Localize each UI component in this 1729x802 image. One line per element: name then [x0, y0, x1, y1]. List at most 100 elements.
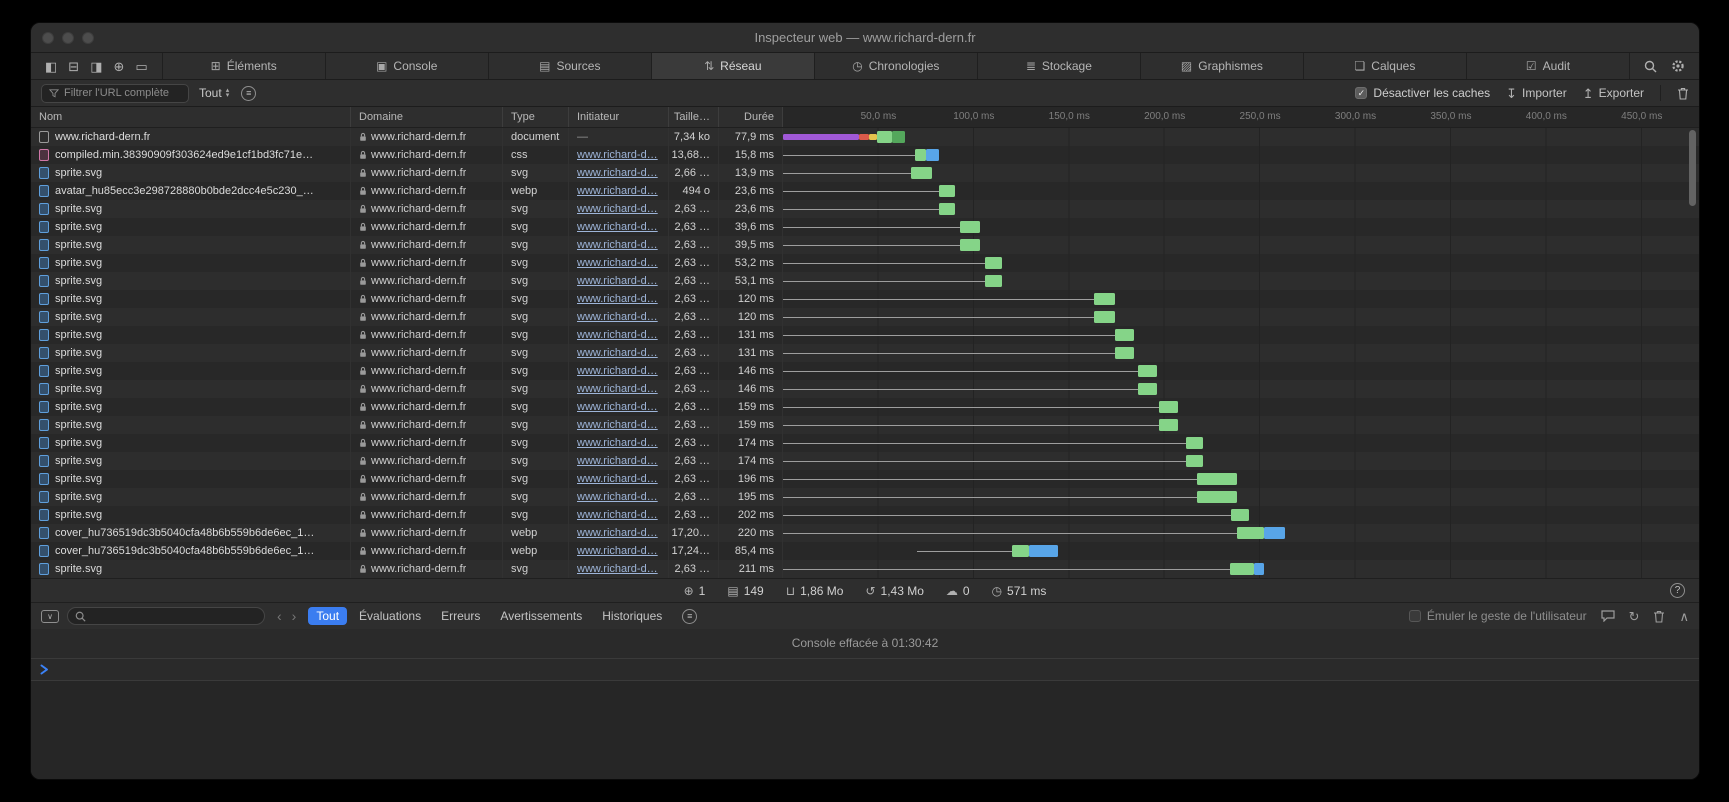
element-picker-icon[interactable]: ⊕ [114, 60, 125, 73]
initiator-link[interactable]: www.richard-d… [577, 329, 658, 341]
network-request-row[interactable]: sprite.svg www.richard-dern.fr svg www.r… [31, 362, 1699, 380]
network-request-row[interactable]: sprite.svg www.richard-dern.fr svg www.r… [31, 380, 1699, 398]
network-request-row[interactable]: sprite.svg www.richard-dern.fr svg www.r… [31, 164, 1699, 182]
initiator-link[interactable]: www.richard-d… [577, 239, 658, 251]
initiator-link[interactable]: www.richard-d… [577, 311, 658, 323]
initiator-link[interactable]: www.richard-d… [577, 437, 658, 449]
column-header-type[interactable]: Type [503, 107, 569, 127]
emulate-user-gesture-toggle[interactable]: Émuler le geste de l'utilisateur [1409, 609, 1587, 623]
import-button[interactable]: ↧ Importer [1506, 86, 1567, 100]
previous-result-icon[interactable]: ‹ [277, 608, 282, 624]
network-request-row[interactable]: sprite.svg www.richard-dern.fr svg www.r… [31, 272, 1699, 290]
network-request-row[interactable]: sprite.svg www.richard-dern.fr svg www.r… [31, 308, 1699, 326]
tab-console[interactable]: ▣Console [326, 53, 489, 79]
tab-reseau[interactable]: ⇅Réseau [652, 53, 815, 79]
dock-right-icon[interactable]: ◨ [90, 60, 102, 73]
column-header-initiateur[interactable]: Initiateur [569, 107, 669, 127]
url-filter-input[interactable]: Filtrer l'URL complète [41, 84, 189, 103]
initiator-link[interactable]: www.richard-d… [577, 383, 658, 395]
initiator-link[interactable]: www.richard-d… [577, 203, 658, 215]
initiator-link[interactable]: www.richard-d… [577, 365, 658, 377]
tab-chronologies[interactable]: ◷Chronologies [815, 53, 978, 79]
console-scope-tout[interactable]: Tout [308, 607, 347, 625]
network-request-row[interactable]: sprite.svg www.richard-dern.fr svg www.r… [31, 506, 1699, 524]
initiator-link[interactable]: www.richard-d… [577, 149, 658, 161]
network-request-row[interactable]: compiled.min.38390909f303624ed9e1cf1bd3f… [31, 146, 1699, 164]
help-icon[interactable]: ? [1670, 583, 1685, 598]
network-request-row[interactable]: sprite.svg www.richard-dern.fr svg www.r… [31, 560, 1699, 578]
column-header-taille[interactable]: Taille… [669, 107, 719, 127]
network-request-row[interactable]: sprite.svg www.richard-dern.fr svg www.r… [31, 488, 1699, 506]
network-request-row[interactable]: sprite.svg www.richard-dern.fr svg www.r… [31, 326, 1699, 344]
network-request-row[interactable]: sprite.svg www.richard-dern.fr svg www.r… [31, 470, 1699, 488]
tab-elements[interactable]: ⊞Éléments [163, 53, 326, 79]
initiator-link[interactable]: www.richard-d… [577, 491, 658, 503]
column-header-nom[interactable]: Nom [31, 107, 351, 127]
clear-console-trash-icon[interactable] [1653, 610, 1665, 623]
search-icon[interactable] [1644, 60, 1657, 73]
network-request-row[interactable]: sprite.svg www.richard-dern.fr svg www.r… [31, 218, 1699, 236]
network-request-row[interactable]: sprite.svg www.richard-dern.fr svg www.r… [31, 398, 1699, 416]
initiator-link[interactable]: www.richard-d… [577, 473, 658, 485]
minimize-button[interactable] [62, 32, 74, 44]
tab-stockage[interactable]: ≣Stockage [978, 53, 1141, 79]
initiator-link[interactable]: www.richard-d… [577, 401, 658, 413]
disable-caches-checkbox[interactable]: ✓ [1355, 87, 1367, 99]
dock-left-icon[interactable]: ◧ [45, 60, 57, 73]
zoom-button[interactable] [82, 32, 94, 44]
initiator-link[interactable]: www.richard-d… [577, 293, 658, 305]
device-icon[interactable]: ▭ [135, 60, 147, 73]
network-request-row[interactable]: www.richard-dern.fr www.richard-dern.fr … [31, 128, 1699, 146]
next-result-icon[interactable]: › [292, 608, 297, 624]
initiator-link[interactable]: www.richard-d… [577, 545, 658, 557]
close-button[interactable] [42, 32, 54, 44]
network-request-row[interactable]: sprite.svg www.richard-dern.fr svg www.r… [31, 344, 1699, 362]
column-header-domaine[interactable]: Domaine [351, 107, 503, 127]
initiator-link[interactable]: www.richard-d… [577, 347, 658, 359]
network-request-row[interactable]: sprite.svg www.richard-dern.fr svg www.r… [31, 434, 1699, 452]
tab-calques[interactable]: ❏Calques [1304, 53, 1467, 79]
console-prompt[interactable] [31, 659, 1699, 681]
settings-gear-icon[interactable] [1671, 59, 1685, 73]
reload-icon[interactable]: ↻ [1629, 610, 1640, 623]
network-request-row[interactable]: cover_hu736519dc3b5040cfa48b6b559b6de6ec… [31, 524, 1699, 542]
tab-audit[interactable]: ☑Audit [1467, 53, 1630, 79]
clear-network-items-button[interactable] [1677, 87, 1689, 100]
initiator-link[interactable]: www.richard-d… [577, 185, 658, 197]
initiator-link[interactable]: www.richard-d… [577, 167, 658, 179]
emulate-user-gesture-checkbox[interactable] [1409, 610, 1421, 622]
initiator-link[interactable]: www.richard-d… [577, 257, 658, 269]
initiator-link[interactable]: www.richard-d… [577, 221, 658, 233]
expand-console-icon[interactable]: ∧ [1679, 610, 1689, 623]
filter-options-icon[interactable]: ≡ [241, 86, 256, 101]
initiator-link[interactable]: www.richard-d… [577, 455, 658, 467]
initiator-link[interactable]: www.richard-d… [577, 275, 658, 287]
console-scope-avertissements[interactable]: Avertissements [492, 607, 590, 625]
vertical-scrollbar[interactable] [1689, 130, 1696, 206]
console-filter-icon[interactable]: ≡ [682, 609, 697, 624]
tab-graphismes[interactable]: ▨Graphismes [1141, 53, 1304, 79]
console-scope-evaluations[interactable]: Évaluations [351, 607, 429, 625]
disable-caches-toggle[interactable]: ✓ Désactiver les caches [1355, 86, 1490, 100]
initiator-link[interactable]: www.richard-d… [577, 563, 658, 575]
console-search-input[interactable] [67, 607, 265, 625]
network-request-row[interactable]: sprite.svg www.richard-dern.fr svg www.r… [31, 236, 1699, 254]
network-request-row[interactable]: avatar_hu85ecc3e298728880b0bde2dcc4e5c23… [31, 182, 1699, 200]
network-request-row[interactable]: sprite.svg www.richard-dern.fr svg www.r… [31, 290, 1699, 308]
console-drawer-icon[interactable]: ∨ [41, 610, 59, 623]
network-request-row[interactable]: sprite.svg www.richard-dern.fr svg www.r… [31, 452, 1699, 470]
network-request-row[interactable]: cover_hu736519dc3b5040cfa48b6b559b6de6ec… [31, 542, 1699, 560]
initiator-link[interactable]: www.richard-d… [577, 527, 658, 539]
console-scope-historiques[interactable]: Historiques [594, 607, 670, 625]
network-request-row[interactable]: sprite.svg www.richard-dern.fr svg www.r… [31, 416, 1699, 434]
resource-type-select[interactable]: Tout ▴▾ [199, 86, 229, 100]
dock-bottom-icon[interactable]: ⊟ [68, 60, 79, 73]
console-scope-erreurs[interactable]: Erreurs [433, 607, 488, 625]
tab-sources[interactable]: ▤Sources [489, 53, 652, 79]
initiator-link[interactable]: www.richard-d… [577, 509, 658, 521]
network-request-row[interactable]: sprite.svg www.richard-dern.fr svg www.r… [31, 200, 1699, 218]
console-messages-icon[interactable] [1601, 610, 1615, 622]
column-header-duree[interactable]: Durée [719, 107, 783, 127]
network-request-row[interactable]: sprite.svg www.richard-dern.fr svg www.r… [31, 254, 1699, 272]
initiator-link[interactable]: www.richard-d… [577, 419, 658, 431]
